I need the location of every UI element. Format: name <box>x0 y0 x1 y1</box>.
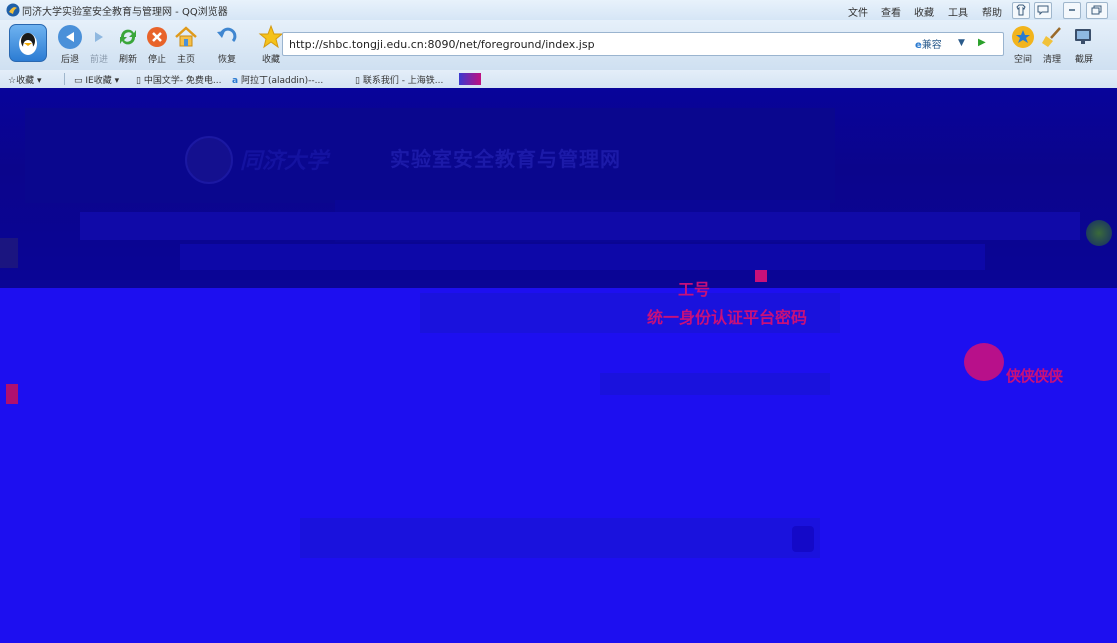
side-badge-icon[interactable] <box>1086 220 1112 246</box>
forward-arrow-icon <box>95 32 103 42</box>
shirt-icon <box>1016 4 1026 16</box>
home-icon <box>175 26 197 47</box>
title-bar: 同济大学实验室安全教育与管理网 - QQ浏览器 文件 查看 收藏 工具 帮助 <box>0 0 1117 20</box>
forward-button[interactable]: 前进 <box>85 23 113 65</box>
favorite-link-1-label: 中国文学- 免费电... <box>143 76 222 86</box>
captcha-icon <box>755 270 767 282</box>
menu-tools[interactable]: 工具 <box>948 4 968 19</box>
favorite-link-2-label: 阿拉丁(aladdin)--... <box>240 76 324 86</box>
star-outline-icon: ☆ <box>8 76 17 86</box>
page-icon: ▯ <box>355 76 360 86</box>
restore-window-icon <box>1091 5 1102 15</box>
address-bar[interactable]: e兼容 ▼ ▶ <box>282 32 1004 56</box>
menu-help[interactable]: 帮助 <box>982 4 1002 19</box>
university-name: 同济大学 <box>240 149 329 174</box>
favorite-link-2[interactable]: a 阿拉丁(aladdin)--... <box>232 73 323 86</box>
favorite-link-1[interactable]: ▯ 中国文学- 免费电... <box>136 73 222 86</box>
login-password-label: 统一身份认证平台密码 <box>647 308 808 327</box>
site-header: 同济大学 实验室安全教育与管理网 <box>0 88 1117 288</box>
left-float-icon[interactable] <box>6 384 18 404</box>
address-input[interactable] <box>287 35 901 54</box>
page-icon: ▯ <box>136 76 141 86</box>
sub-nav[interactable] <box>180 244 985 270</box>
restore-label: 恢复 <box>217 55 236 65</box>
mascot-text: 侠侠侠侠 <box>1006 367 1063 385</box>
menu-file[interactable]: 文件 <box>848 4 868 19</box>
back-button[interactable]: 后退 <box>56 23 84 65</box>
main-nav[interactable] <box>80 212 1080 240</box>
shield-icon[interactable] <box>792 526 814 552</box>
minimize-icon <box>1069 9 1075 11</box>
back-label: 后退 <box>60 55 79 65</box>
back-arrow-icon <box>58 25 82 49</box>
divider <box>64 73 65 85</box>
window-title: 同济大学实验室安全教育与管理网 - QQ浏览器 <box>22 7 228 18</box>
footer-links <box>300 518 820 558</box>
mascot-icon <box>964 343 1004 381</box>
left-edge-mark <box>0 238 18 268</box>
home-label: 主页 <box>176 55 195 65</box>
ie-favorites-label: IE收藏 <box>85 76 112 86</box>
screenshot-icon <box>1075 29 1091 44</box>
restore-window-button[interactable] <box>1086 2 1108 19</box>
go-icon[interactable]: ▶ <box>978 37 986 48</box>
university-emblem-icon <box>185 136 233 184</box>
screenshot-label: 截屏 <box>1074 55 1093 65</box>
forward-label: 前进 <box>89 55 108 65</box>
favorites-bar: ☆收藏 ▾ ▭ IE收藏 ▾ ▯ 中国文学- 免费电... a 阿拉丁(alad… <box>0 70 1117 89</box>
login-id-label: 工号 <box>678 280 711 299</box>
home-button[interactable]: 主页 <box>172 23 200 65</box>
refresh-button[interactable]: 刷新 <box>114 23 142 65</box>
extension-icon[interactable] <box>459 73 481 85</box>
qq-account-button[interactable] <box>9 24 47 62</box>
page-viewport: 同济大学 实验室安全教育与管理网 工号 统一身份认证平台密码 侠侠侠侠 <box>0 88 1117 643</box>
screenshot-button[interactable]: 截屏 <box>1070 23 1098 65</box>
stop-label: 停止 <box>147 55 166 65</box>
favorite-link-3-label: 联系我们 - 上海铁... <box>362 76 444 86</box>
browser-window: 同济大学实验室安全教育与管理网 - QQ浏览器 文件 查看 收藏 工具 帮助 后… <box>0 0 1117 643</box>
star-icon <box>258 24 284 49</box>
qzone-label: 空间 <box>1013 55 1032 65</box>
qzone-icon <box>1012 26 1034 48</box>
favorite-button[interactable]: 收藏 <box>257 23 285 65</box>
compat-label: 兼容 <box>921 40 942 51</box>
stop-button[interactable]: 停止 <box>143 23 171 65</box>
restore-icon <box>217 27 237 43</box>
compat-mode-button[interactable]: e兼容 <box>915 36 942 51</box>
login-input-area[interactable] <box>600 373 830 395</box>
favorite-link-3[interactable]: ▯ 联系我们 - 上海铁... <box>355 73 443 86</box>
broom-icon <box>1042 27 1061 47</box>
menu-favorites[interactable]: 收藏 <box>914 4 934 19</box>
clean-button[interactable]: 清理 <box>1038 23 1066 65</box>
minimize-button[interactable] <box>1063 2 1081 19</box>
ie-icon: e <box>915 40 922 51</box>
favorites-menu[interactable]: ☆收藏 ▾ <box>8 73 41 86</box>
toolbar: 后退 前进 刷新 停止 主页 恢复 收藏 http://shbc.tongji.… <box>0 20 1117 70</box>
restore-button[interactable]: 恢复 <box>213 23 241 65</box>
chat-bubble-icon <box>1037 5 1049 16</box>
refresh-label: 刷新 <box>118 55 137 65</box>
site-title: 实验室安全教育与管理网 <box>390 147 621 171</box>
clean-label: 清理 <box>1042 55 1061 65</box>
feedback-button[interactable] <box>1034 2 1052 19</box>
favorite-label: 收藏 <box>261 55 280 65</box>
refresh-icon <box>120 29 136 45</box>
qq-browser-logo-icon <box>6 3 20 17</box>
penguin-icon <box>19 33 37 55</box>
menu-view[interactable]: 查看 <box>881 4 901 19</box>
ie-favorites-folder[interactable]: ▭ IE收藏 ▾ <box>74 73 119 86</box>
folder-icon: ▭ <box>74 76 83 86</box>
favorites-menu-label: 收藏 <box>16 76 35 86</box>
chevron-down-icon[interactable]: ▼ <box>958 38 965 48</box>
aladdin-icon: a <box>232 76 239 86</box>
stop-icon <box>147 27 167 47</box>
skin-button[interactable] <box>1012 2 1030 19</box>
qzone-button[interactable]: 空间 <box>1009 23 1037 65</box>
